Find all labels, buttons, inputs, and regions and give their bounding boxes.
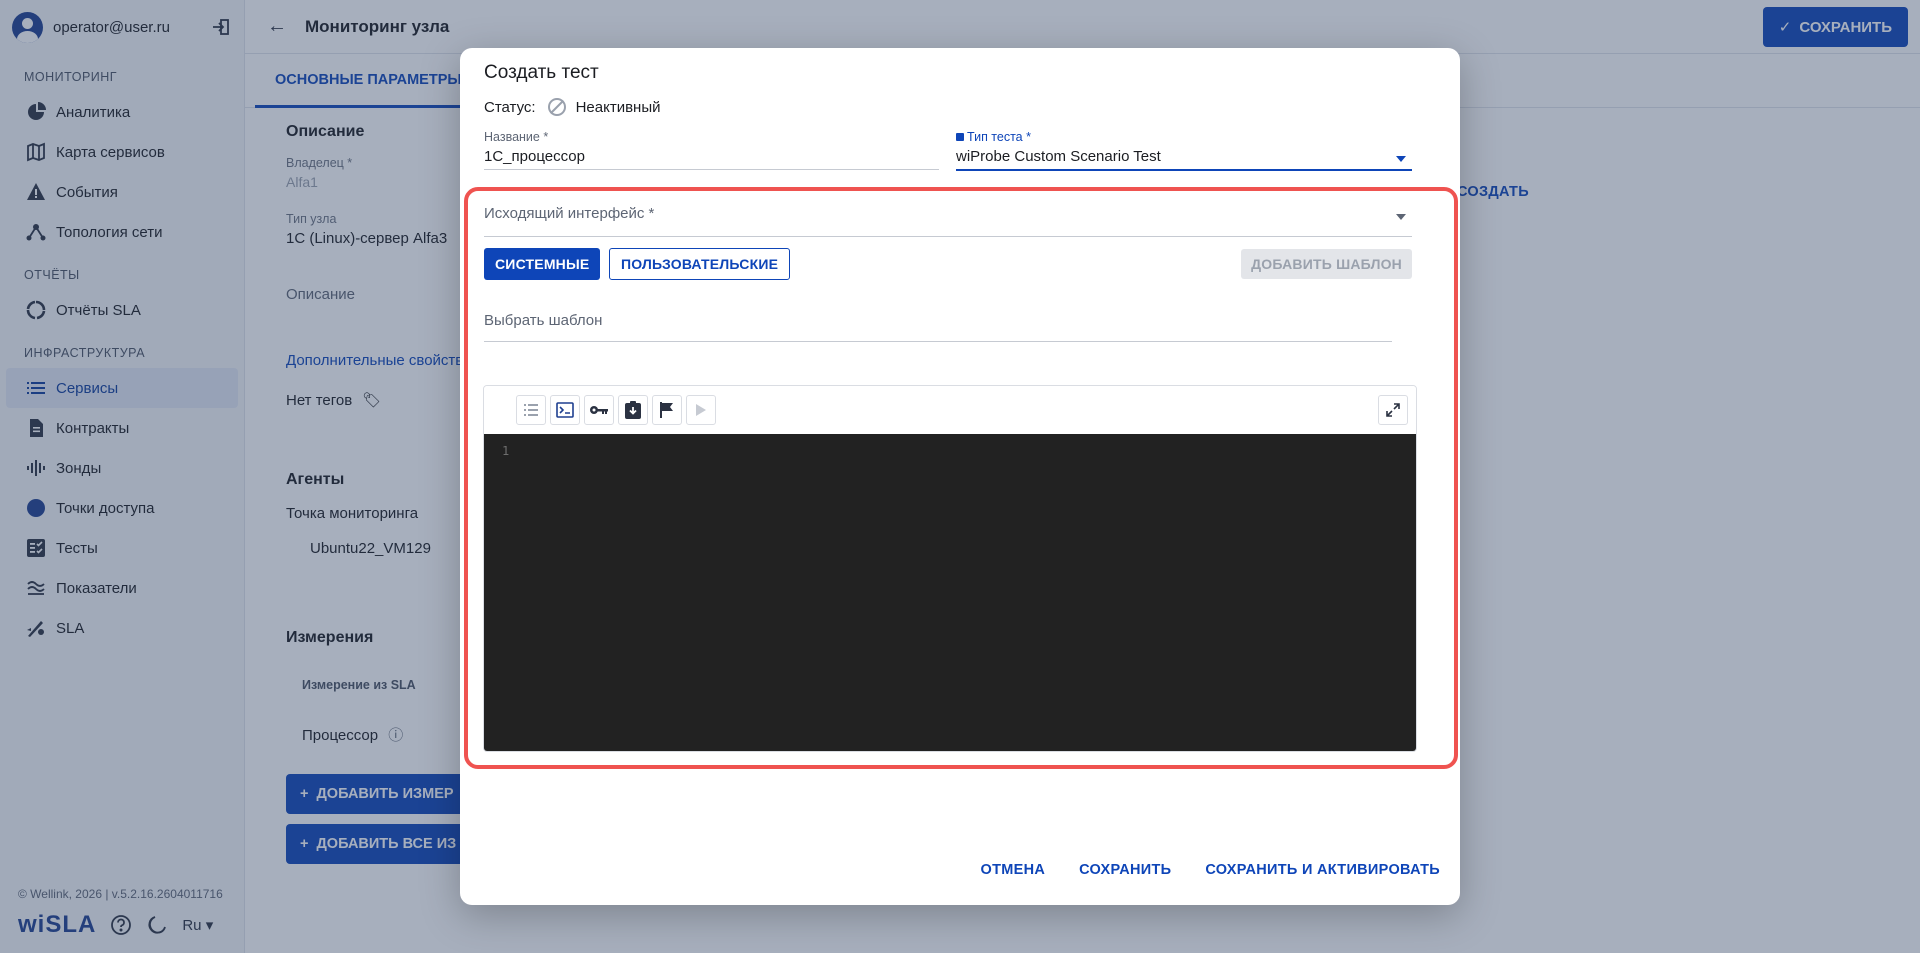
editor-toolbar	[484, 386, 1416, 434]
test-type-value: wiProbe Custom Scenario Test	[956, 148, 1161, 165]
dialog-title: Создать тест	[484, 62, 599, 83]
system-templates-button[interactable]: СИСТЕМНЫЕ	[484, 248, 601, 280]
code-editor-area[interactable]: 1	[484, 434, 1416, 751]
line-number: 1	[502, 444, 510, 458]
status-row: Статус: Неактивный	[484, 98, 661, 116]
status-label: Статус:	[484, 98, 536, 116]
fullscreen-icon[interactable]	[1378, 395, 1408, 425]
list-icon[interactable]	[516, 395, 546, 425]
cancel-button[interactable]: ОТМЕНА	[980, 862, 1045, 878]
name-field-label: Название *	[484, 130, 549, 144]
test-type-label: Тип теста *	[956, 130, 1412, 144]
play-icon[interactable]	[686, 395, 716, 425]
dialog-actions: ОТМЕНА СОХРАНИТЬ СОХРАНИТЬ И АКТИВИРОВАТ…	[980, 862, 1440, 878]
template-placeholder: Выбрать шаблон	[484, 312, 603, 329]
status-value: Неактивный	[575, 98, 661, 116]
save-dialog-button[interactable]: СОХРАНИТЬ	[1079, 862, 1171, 878]
terminal-icon[interactable]	[550, 395, 580, 425]
source-interface-select[interactable]: Исходящий интерфейс *	[484, 205, 1412, 237]
user-templates-button[interactable]: ПОЛЬЗОВАТЕЛЬСКИЕ	[609, 248, 791, 280]
inactive-status-icon	[547, 98, 566, 116]
test-type-icon	[956, 133, 964, 141]
name-field[interactable]: Название * 1С_процессор	[484, 130, 939, 170]
create-test-dialog: Создать тест Статус: Неактивный Название…	[460, 48, 1460, 905]
test-type-label-text: Тип теста *	[967, 130, 1031, 144]
script-editor: 1	[483, 385, 1417, 752]
add-template-button[interactable]: ДОБАВИТЬ ШАБЛОН	[1241, 249, 1412, 279]
chevron-down-icon	[1396, 156, 1406, 162]
name-field-value: 1С_процессор	[484, 148, 585, 165]
save-activate-button[interactable]: СОХРАНИТЬ И АКТИВИРОВАТЬ	[1205, 862, 1440, 878]
clipboard-download-icon[interactable]	[618, 395, 648, 425]
chevron-down-icon	[1396, 214, 1406, 220]
test-type-select[interactable]: Тип теста * wiProbe Custom Scenario Test	[956, 130, 1412, 171]
template-select[interactable]: Выбрать шаблон	[484, 312, 1392, 342]
source-interface-label: Исходящий интерфейс *	[484, 205, 655, 222]
flag-icon[interactable]	[652, 395, 682, 425]
key-icon[interactable]	[584, 395, 614, 425]
